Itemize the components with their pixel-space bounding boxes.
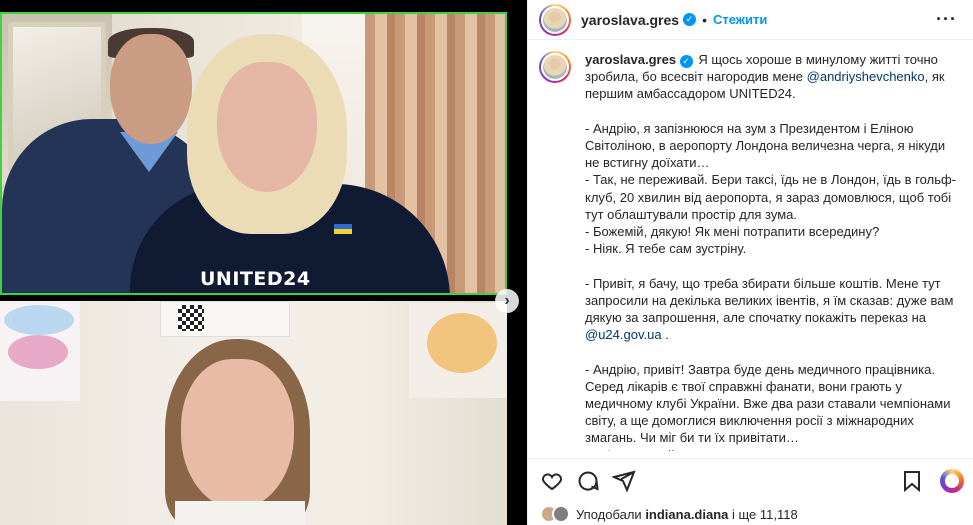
caption-body: , як першим амбассадором UNITED24. - Анд…	[585, 69, 956, 326]
liked-by-user[interactable]: indiana.diana	[645, 507, 728, 522]
emoji-icon[interactable]	[940, 469, 964, 493]
header-username[interactable]: yaroslava.gres	[581, 12, 679, 28]
caption-body-end: . - Андрію, привіт! Завтра буде день мед…	[585, 327, 951, 451]
avatar[interactable]	[539, 3, 571, 36]
post-side-panel: yaroslava.gres ✓ • Стежити ··· yaroslava…	[527, 0, 973, 525]
post-caption: yaroslava.gres ✓ Я щось хороше в минулом…	[528, 51, 973, 451]
poster-blob-blue	[4, 305, 74, 335]
verified-badge-icon: ✓	[683, 13, 697, 26]
caption-avatar-image	[541, 53, 569, 81]
bottom-participant-face	[181, 359, 294, 509]
u24-link[interactable]: @u24.gov.ua	[585, 327, 662, 342]
more-options-icon[interactable]: ···	[936, 9, 957, 30]
caption-line-2: зробила, бо всесвіт нагородив мене	[585, 69, 807, 85]
caption-text: yaroslava.gres ✓ Я щось хороше в минулом…	[585, 51, 959, 451]
avatar-image	[541, 5, 569, 34]
action-bar	[528, 458, 973, 498]
qr-code	[178, 305, 204, 331]
heart-icon[interactable]	[540, 469, 564, 493]
post-header: yaroslava.gres ✓ • Стежити ···	[528, 0, 973, 40]
comment-icon[interactable]	[576, 469, 600, 493]
sweatshirt-print: UNITED24	[200, 268, 311, 290]
likes-prefix: Уподобали	[576, 506, 646, 522]
poster-left	[0, 301, 80, 401]
video-call-bottom-frame	[0, 301, 507, 525]
ukraine-flag-patch	[334, 224, 352, 234]
man-head	[110, 34, 192, 144]
chevron-right-icon: ›	[504, 292, 510, 309]
likes-text: Уподобали indiana.diana і ще 11,118	[576, 507, 798, 522]
likes-summary: Уподобали indiana.diana і ще 11,118	[540, 505, 798, 523]
bottom-shirt	[175, 501, 305, 525]
liker-avatar	[552, 505, 570, 523]
share-icon[interactable]	[612, 469, 636, 493]
poster-blob-orange	[427, 313, 497, 373]
post-media: UNITED24 ›	[0, 0, 527, 525]
verified-badge-icon: ✓	[679, 55, 693, 69]
likes-count[interactable]: і ще 11,118	[728, 507, 798, 522]
woman-face	[217, 62, 317, 192]
bookmark-icon[interactable]	[900, 469, 924, 493]
follow-button[interactable]: Стежити	[713, 12, 767, 27]
separator-dot: •	[702, 11, 707, 28]
emoji-icon-inner	[945, 474, 959, 488]
carousel-next-button[interactable]: ›	[495, 289, 519, 313]
caption-username[interactable]: yaroslava.gres	[585, 52, 676, 67]
video-call-top-frame: UNITED24	[0, 12, 507, 295]
poster-right	[409, 303, 507, 398]
caption-line-1: Я щось хороше в минулому житті точно	[698, 52, 938, 67]
mention-link[interactable]: @andriyshevchenko	[807, 69, 925, 84]
poster-blob-pink	[8, 335, 68, 369]
caption-avatar[interactable]	[539, 51, 571, 83]
